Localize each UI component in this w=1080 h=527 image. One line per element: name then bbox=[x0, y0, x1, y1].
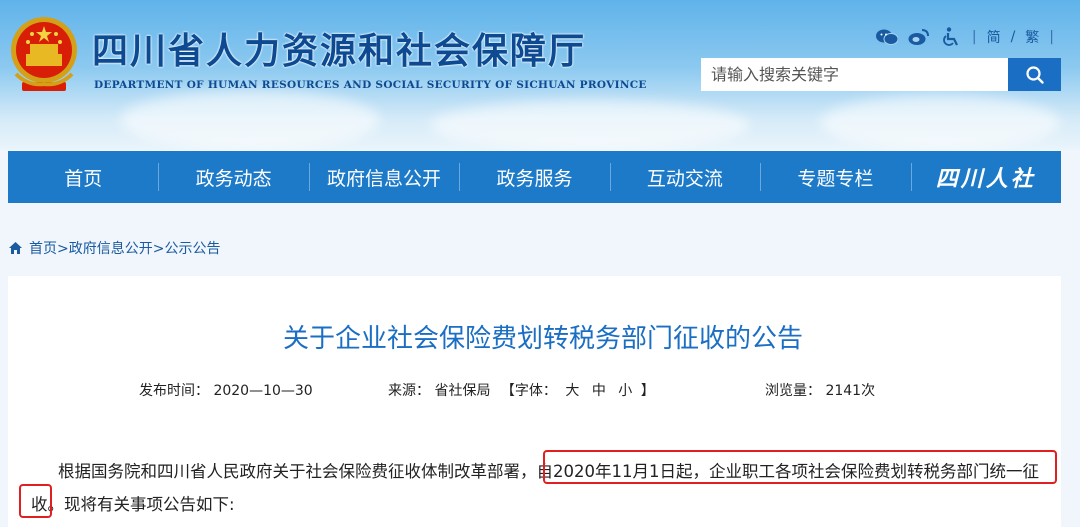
cloud-decoration bbox=[430, 100, 750, 150]
nav-item-home[interactable]: 首页 bbox=[8, 151, 158, 203]
search-bar: 请输入搜索关键字 bbox=[701, 58, 1061, 91]
views-label: 浏览量： bbox=[765, 383, 821, 399]
publish-label: 发布时间： bbox=[139, 383, 209, 399]
nav-item-services[interactable]: 政务服务 bbox=[459, 151, 609, 203]
search-icon bbox=[1025, 65, 1044, 84]
font-size-medium-link[interactable]: 中 bbox=[592, 383, 606, 399]
paragraph-line2-rest: 现将有关事项公告如下: bbox=[64, 495, 235, 514]
font-size-label: 【字体： bbox=[500, 383, 557, 399]
paragraph-part1: 根据国务院和四川省人民政府关于社会保险费征收体制改革部署， bbox=[58, 462, 537, 481]
source-label: 来源： bbox=[388, 383, 430, 399]
article-paragraph-line2: 收。现将有关事项公告如下: bbox=[31, 488, 235, 521]
nav-item-topics[interactable]: 专题专栏 bbox=[760, 151, 910, 203]
top-links: | 简 / 繁 | bbox=[875, 26, 1054, 48]
source-info: 来源： 省社保局 【字体： 大 中 小 】 bbox=[388, 380, 655, 400]
site-title-english: DEPARTMENT OF HUMAN RESOURCES AND SOCIAL… bbox=[94, 79, 647, 91]
cloud-decoration bbox=[120, 90, 380, 150]
divider: | bbox=[971, 29, 977, 45]
lang-separator: / bbox=[1010, 29, 1016, 45]
cloud-decoration bbox=[820, 95, 1060, 150]
article-title: 关于企业社会保险费划转税务部门征收的公告 bbox=[282, 324, 803, 354]
breadcrumb-text[interactable]: 首页>政府信息公开>公示公告 bbox=[29, 238, 220, 258]
source-value: 省社保局 bbox=[434, 383, 491, 399]
search-input[interactable]: 请输入搜索关键字 bbox=[701, 58, 1008, 91]
accessibility-icon[interactable] bbox=[940, 26, 962, 48]
site-title[interactable]: 四川省人力资源和社会保障厅 bbox=[92, 22, 586, 74]
nav-item-news[interactable]: 政务动态 bbox=[158, 151, 308, 203]
wechat-icon[interactable] bbox=[875, 26, 898, 48]
home-icon bbox=[9, 242, 22, 254]
font-size-large-link[interactable]: 大 bbox=[565, 383, 579, 399]
publish-date: 2020—10—30 bbox=[213, 383, 313, 399]
nav-item-info-disclosure[interactable]: 政府信息公开 bbox=[308, 151, 459, 203]
views-value: 2141次 bbox=[825, 383, 876, 399]
view-count: 浏览量： 2141次 bbox=[765, 380, 875, 400]
simplified-chinese-link[interactable]: 简 bbox=[987, 27, 1001, 47]
main-nav: 首页 政务动态 政府信息公开 政务服务 互动交流 专题专栏 四川人社 bbox=[8, 151, 1061, 203]
publish-info: 发布时间： 2020—10—30 bbox=[139, 380, 313, 400]
search-button[interactable] bbox=[1008, 58, 1061, 91]
sichuan-hrss-logo[interactable]: 四川人社 bbox=[910, 151, 1061, 203]
article-panel: 关于企业社会保险费划转税务部门征收的公告 发布时间： 2020—10—30 来源… bbox=[8, 276, 1061, 527]
breadcrumb: 首页>政府信息公开>公示公告 bbox=[8, 238, 220, 258]
national-emblem-icon[interactable] bbox=[8, 14, 80, 96]
font-size-close: 】 bbox=[640, 383, 655, 399]
nav-item-interaction[interactable]: 互动交流 bbox=[609, 151, 760, 203]
weibo-icon[interactable] bbox=[908, 26, 930, 48]
highlight-box bbox=[543, 450, 1057, 484]
highlight-box bbox=[19, 484, 52, 518]
site-header: 四川省人力资源和社会保障厅 DEPARTMENT OF HUMAN RESOUR… bbox=[0, 0, 1080, 150]
divider: | bbox=[1049, 29, 1054, 45]
font-size-small-link[interactable]: 小 bbox=[618, 383, 632, 399]
traditional-chinese-link[interactable]: 繁 bbox=[1025, 27, 1039, 47]
